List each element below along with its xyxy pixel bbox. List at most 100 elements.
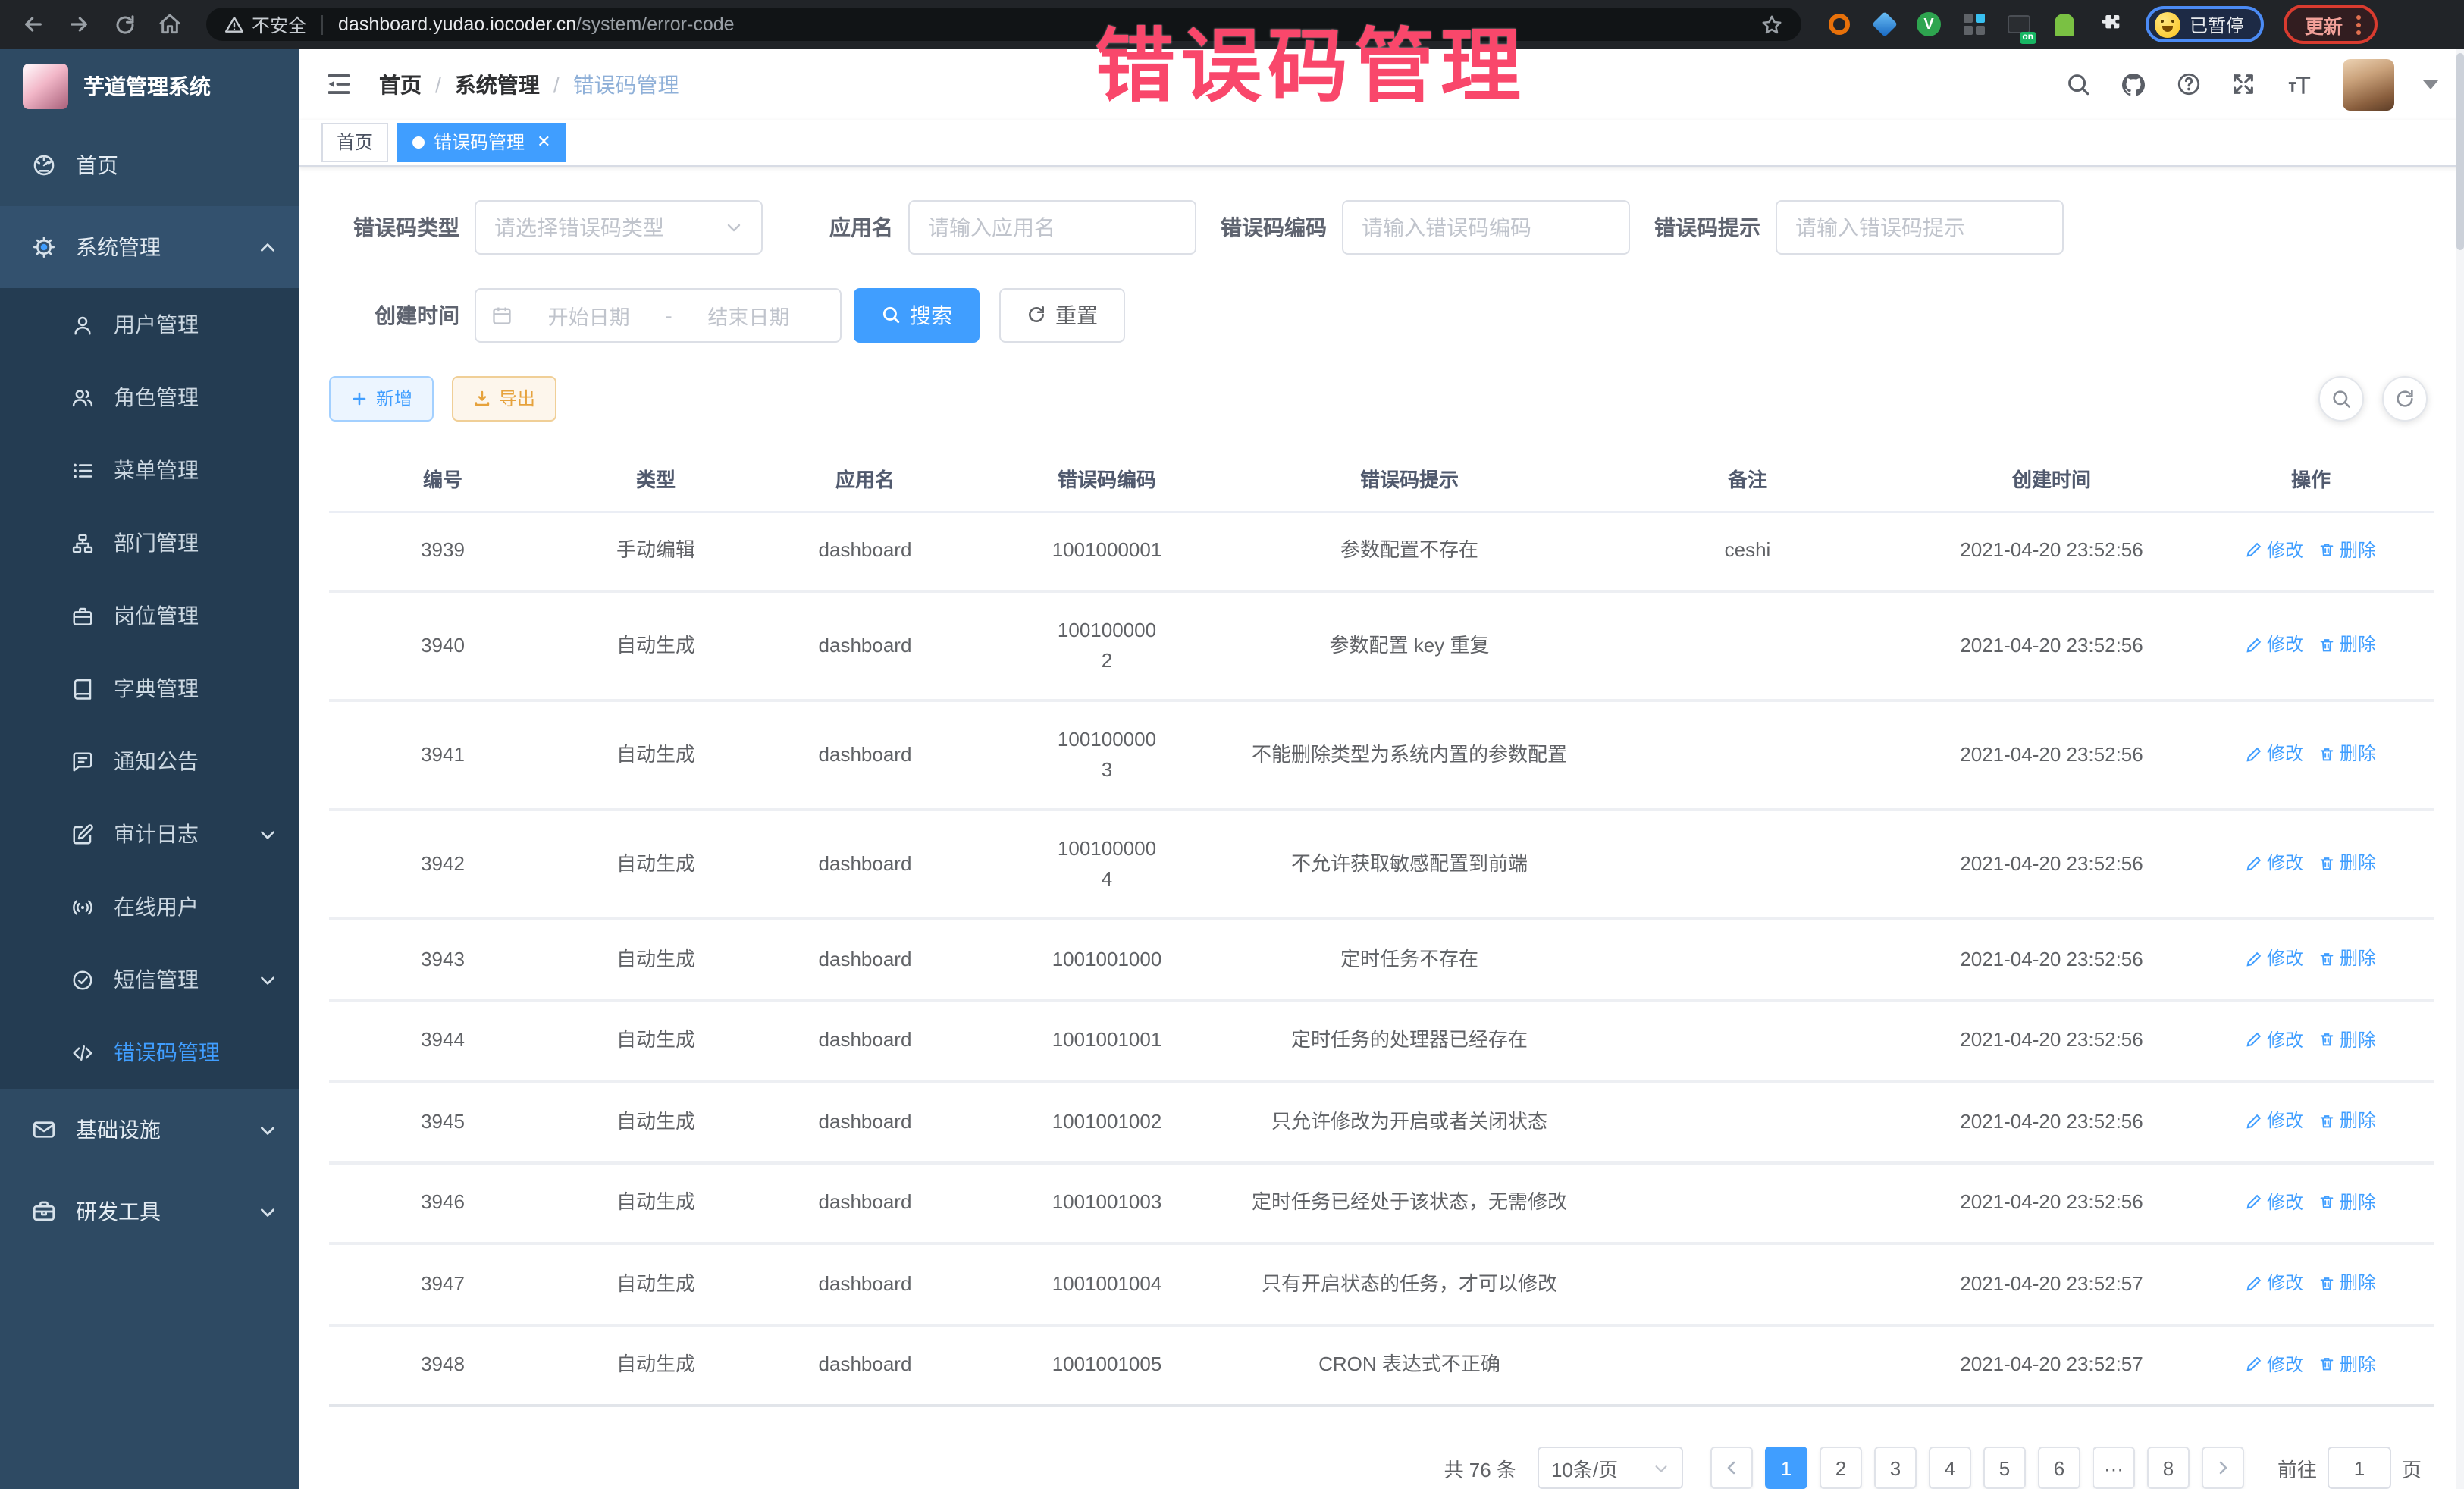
edit-link[interactable]: 修改 xyxy=(2246,1186,2303,1217)
tags-view-bar: 首页 错误码管理 ✕ xyxy=(299,121,2464,166)
window-scrollbar[interactable] xyxy=(2456,49,2464,1489)
browser-profile-button[interactable]: 已暂停 xyxy=(2146,6,2264,42)
add-button[interactable]: 新增 xyxy=(329,375,434,421)
edit-link[interactable]: 修改 xyxy=(2246,1268,2303,1298)
extension-orange-icon[interactable] xyxy=(1826,11,1851,37)
breadcrumb-system[interactable]: 系统管理 xyxy=(455,69,540,99)
browser-forward-button[interactable] xyxy=(61,6,97,42)
toggle-search-button[interactable] xyxy=(2318,375,2364,421)
edit-link[interactable]: 修改 xyxy=(2246,739,2303,770)
goto-page-input[interactable] xyxy=(2328,1447,2391,1489)
app-name-input[interactable] xyxy=(908,199,1196,254)
export-button[interactable]: 导出 xyxy=(452,375,556,421)
sidebar-item-sms[interactable]: 短信管理 xyxy=(0,943,299,1016)
browser-back-button[interactable] xyxy=(15,6,52,42)
delete-link[interactable]: 删除 xyxy=(2318,534,2376,565)
delete-link[interactable]: 删除 xyxy=(2318,1024,2376,1055)
cell-app: dashboard xyxy=(755,1081,975,1162)
browser-menu-icon[interactable] xyxy=(2356,14,2361,34)
page-ellipsis-button[interactable]: ··· xyxy=(2093,1447,2135,1489)
edit-link[interactable]: 修改 xyxy=(2246,943,2303,973)
edit-link[interactable]: 修改 xyxy=(2246,848,2303,879)
browser-home-button[interactable] xyxy=(152,6,188,42)
sidebar-item-departments[interactable]: 部门管理 xyxy=(0,506,299,579)
column-header: 错误码编码 xyxy=(975,445,1239,511)
scrollbar-thumb[interactable] xyxy=(2456,53,2464,250)
cell-msg: 定时任务的处理器已经存在 xyxy=(1239,1000,1580,1081)
delete-link[interactable]: 删除 xyxy=(2318,1186,2376,1217)
delete-link[interactable]: 删除 xyxy=(2318,943,2376,973)
edit-link[interactable]: 修改 xyxy=(2246,1024,2303,1055)
edit-link[interactable]: 修改 xyxy=(2246,630,2303,660)
extension-switch-icon[interactable]: on xyxy=(2006,11,2032,37)
page-button-6[interactable]: 6 xyxy=(2038,1447,2080,1489)
extensions-puzzle-icon[interactable] xyxy=(2097,11,2123,37)
user-avatar[interactable] xyxy=(2343,58,2394,110)
page-size-select[interactable]: 10条/页 xyxy=(1538,1447,1683,1489)
extension-vue-devtools-icon[interactable]: V xyxy=(1917,12,1941,36)
breadcrumb-home[interactable]: 首页 xyxy=(379,69,422,99)
search-button[interactable]: 搜索 xyxy=(854,287,980,342)
help-icon[interactable] xyxy=(2176,71,2202,97)
error-msg-input[interactable] xyxy=(1776,199,2064,254)
date-end-input[interactable]: 结束日期 xyxy=(672,299,825,330)
sidebar-item-roles[interactable]: 角色管理 xyxy=(0,361,299,434)
page-button-2[interactable]: 2 xyxy=(1820,1447,1862,1489)
github-icon[interactable] xyxy=(2120,71,2147,98)
page-button-3[interactable]: 3 xyxy=(1874,1447,1917,1489)
url-bar[interactable]: 不安全 dashboard.yudao.iocoder.cn /system/e… xyxy=(206,8,1801,41)
sidebar-item-infrastructure[interactable]: 基础设施 xyxy=(0,1089,299,1171)
tab-error-code[interactable]: 错误码管理 ✕ xyxy=(397,123,566,162)
edit-link[interactable]: 修改 xyxy=(2246,1105,2303,1136)
sidebar-item-users[interactable]: 用户管理 xyxy=(0,288,299,361)
error-code-input[interactable] xyxy=(1342,199,1630,254)
search-icon[interactable] xyxy=(2065,71,2091,97)
edit-link[interactable]: 修改 xyxy=(2246,1349,2303,1379)
reset-button[interactable]: 重置 xyxy=(999,287,1125,342)
sidebar-item-dev-tools[interactable]: 研发工具 xyxy=(0,1171,299,1252)
fullscreen-icon[interactable] xyxy=(2230,71,2256,97)
cell-note xyxy=(1580,810,1915,919)
extension-gem-icon[interactable] xyxy=(1871,11,1897,37)
edit-link[interactable]: 修改 xyxy=(2246,534,2303,565)
page-button-4[interactable]: 4 xyxy=(1929,1447,1971,1489)
error-code-table: 编号 类型 应用名 错误码编码 错误码提示 备注 创建时间 操作 3939 xyxy=(329,445,2434,1407)
filter-app-label: 应用名 xyxy=(763,212,908,242)
delete-link[interactable]: 删除 xyxy=(2318,630,2376,660)
sidebar-item-menus[interactable]: 菜单管理 xyxy=(0,434,299,506)
avatar-caret-icon[interactable] xyxy=(2423,80,2438,89)
font-size-icon[interactable] xyxy=(2285,71,2314,97)
sidebar-item-label: 在线用户 xyxy=(114,892,277,922)
delete-link[interactable]: 删除 xyxy=(2318,739,2376,770)
delete-link[interactable]: 删除 xyxy=(2318,1105,2376,1136)
sidebar-item-home[interactable]: 首页 xyxy=(0,124,299,206)
page-button-1[interactable]: 1 xyxy=(1765,1447,1807,1489)
prev-page-button[interactable] xyxy=(1710,1447,1753,1489)
extension-green-icon[interactable] xyxy=(2052,11,2077,37)
date-start-input[interactable]: 开始日期 xyxy=(513,299,665,330)
refresh-table-button[interactable] xyxy=(2382,375,2428,421)
sidebar-item-audit-log[interactable]: 审计日志 xyxy=(0,798,299,870)
browser-update-button[interactable]: 更新 xyxy=(2284,5,2378,44)
extension-grid-icon[interactable] xyxy=(1961,11,1986,37)
sidebar-item-online-users[interactable]: 在线用户 xyxy=(0,870,299,943)
bookmark-star-icon[interactable] xyxy=(1760,13,1783,36)
delete-link[interactable]: 删除 xyxy=(2318,1349,2376,1379)
next-page-button[interactable] xyxy=(2202,1447,2244,1489)
browser-reload-button[interactable] xyxy=(106,6,143,42)
chevron-down-icon xyxy=(258,1120,277,1139)
date-range-picker[interactable]: 开始日期 - 结束日期 xyxy=(475,287,842,342)
page-button-8[interactable]: 8 xyxy=(2147,1447,2190,1489)
sidebar-fold-button[interactable] xyxy=(324,70,353,99)
sidebar-item-system[interactable]: 系统管理 xyxy=(0,206,299,288)
delete-link[interactable]: 删除 xyxy=(2318,1268,2376,1298)
sidebar-item-dictionary[interactable]: 字典管理 xyxy=(0,652,299,725)
delete-link[interactable]: 删除 xyxy=(2318,848,2376,879)
sidebar-item-posts[interactable]: 岗位管理 xyxy=(0,579,299,652)
error-type-select[interactable]: 请选择错误码类型 xyxy=(475,199,763,254)
page-button-5[interactable]: 5 xyxy=(1983,1447,2026,1489)
sidebar-item-notices[interactable]: 通知公告 xyxy=(0,725,299,798)
sidebar-item-error-code[interactable]: 错误码管理 xyxy=(0,1016,299,1089)
tab-home[interactable]: 首页 xyxy=(321,123,388,162)
tab-close-icon[interactable]: ✕ xyxy=(537,133,550,152)
